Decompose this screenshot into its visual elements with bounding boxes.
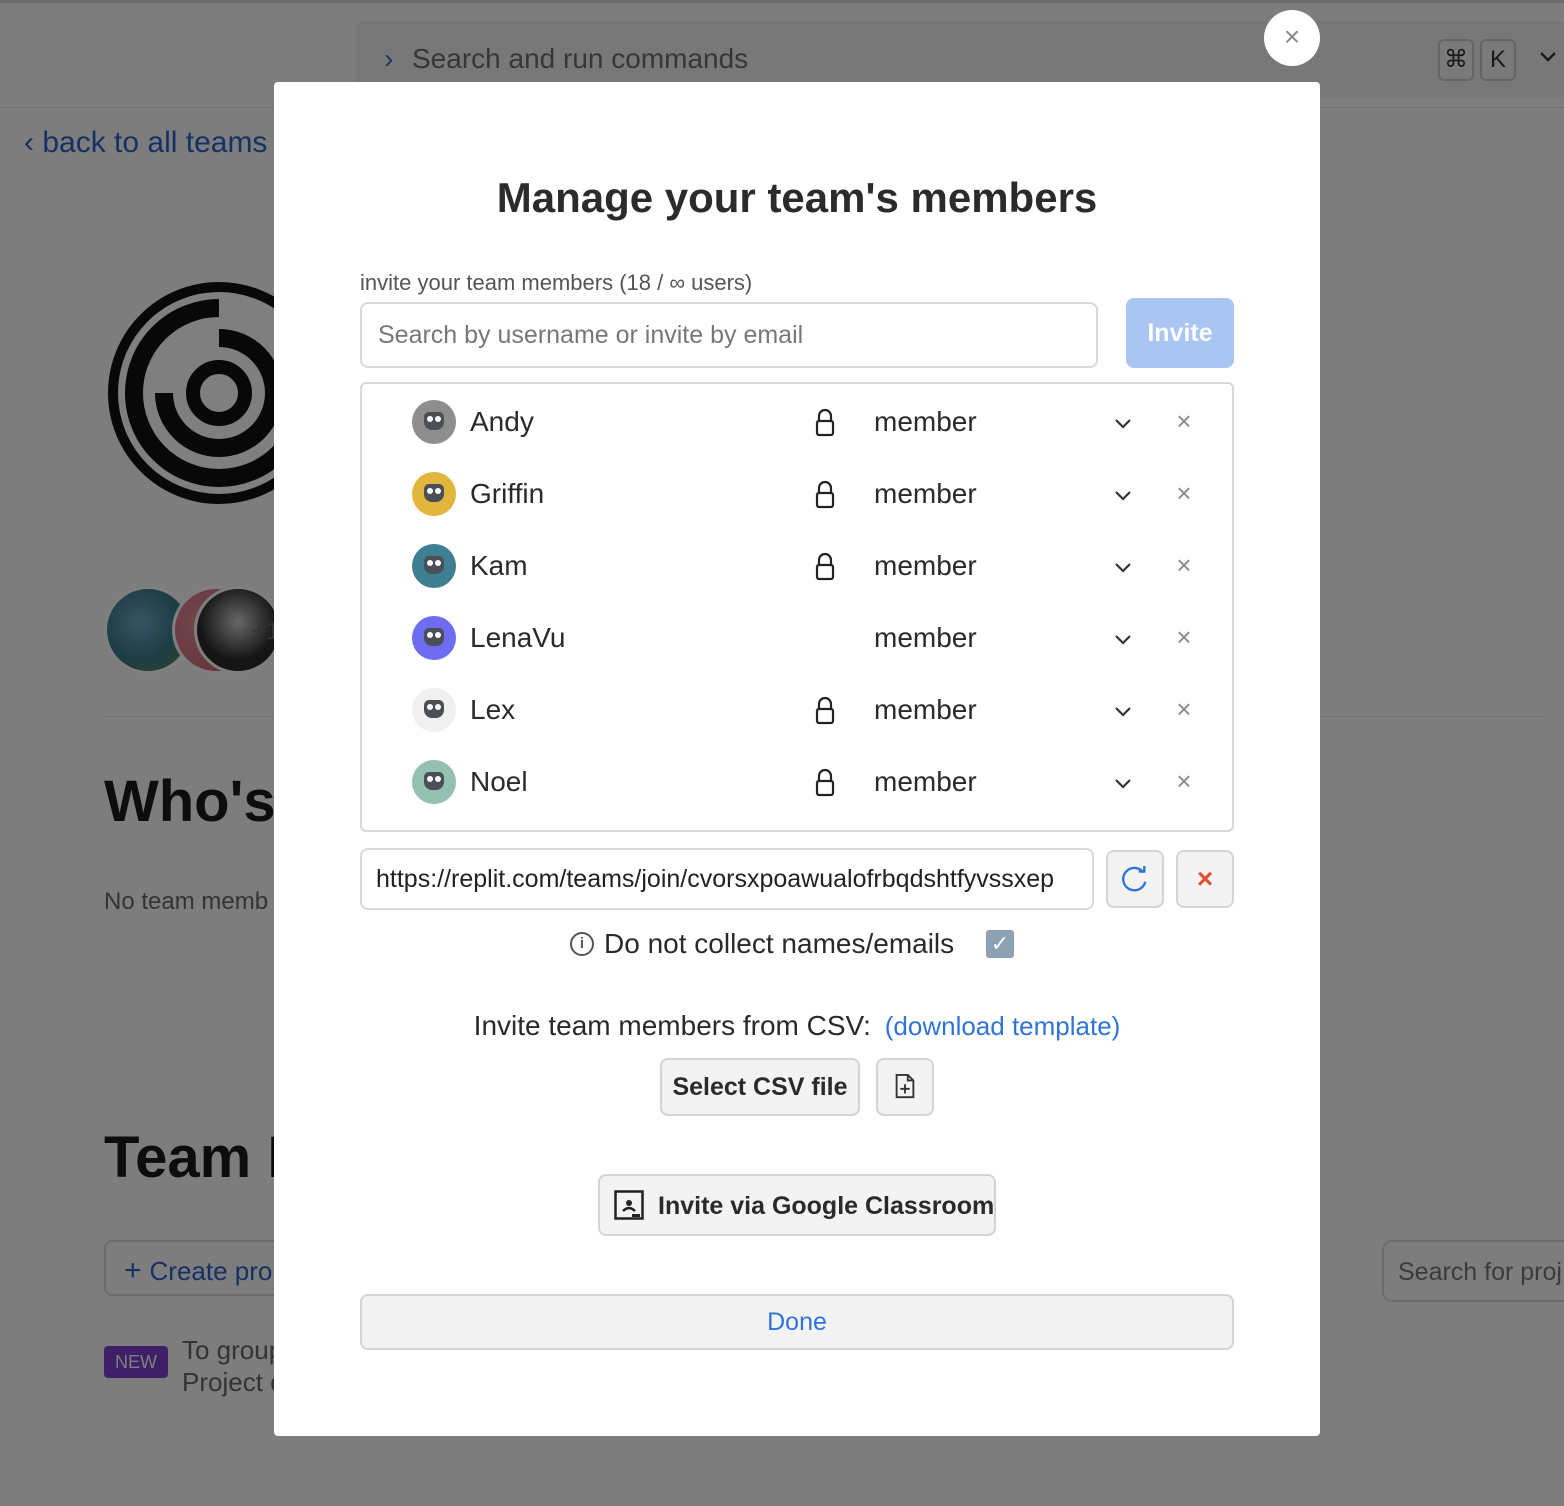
file-plus-icon bbox=[895, 1073, 915, 1099]
do-not-collect-label: Do not collect names/emails bbox=[604, 928, 955, 959]
member-name: Kam bbox=[470, 550, 528, 581]
close-icon: × bbox=[1283, 21, 1301, 52]
regenerate-link-button[interactable] bbox=[1106, 850, 1164, 908]
member-list: Andy member × Griffin member × Kam member × LenaV… bbox=[360, 382, 1234, 832]
remove-member-button[interactable]: × bbox=[1170, 766, 1198, 796]
remove-member-button[interactable]: × bbox=[1170, 478, 1198, 508]
manage-members-modal: Manage your team's members invite your t… bbox=[274, 82, 1320, 1436]
info-icon[interactable]: i bbox=[570, 932, 594, 956]
avatar bbox=[412, 616, 456, 660]
avatar-face-icon bbox=[424, 412, 444, 430]
invite-button[interactable]: Invite bbox=[1126, 298, 1234, 368]
member-role-select[interactable]: member bbox=[874, 406, 977, 438]
invite-link-field[interactable] bbox=[360, 848, 1094, 910]
avatar bbox=[412, 688, 456, 732]
lock-icon bbox=[815, 768, 835, 797]
member-row: Kam member × bbox=[362, 530, 1232, 602]
avatar bbox=[412, 760, 456, 804]
member-row: LenaVu member × bbox=[362, 602, 1232, 674]
lock-icon bbox=[815, 408, 835, 437]
invite-label: invite your team members (18 / ∞ users) bbox=[360, 270, 753, 295]
chevron-down-icon[interactable] bbox=[1112, 556, 1134, 578]
remove-member-button[interactable]: × bbox=[1170, 406, 1198, 436]
member-name: Griffin bbox=[470, 478, 545, 509]
modal-title: Manage your team's members bbox=[496, 174, 1098, 221]
chevron-down-icon[interactable] bbox=[1112, 772, 1134, 794]
member-name: Noel bbox=[470, 766, 528, 797]
chevron-down-icon[interactable] bbox=[1112, 700, 1134, 722]
member-role-select[interactable]: member bbox=[874, 622, 977, 654]
do-not-collect-checkbox[interactable]: ✓ bbox=[986, 930, 1014, 958]
member-role-select[interactable]: member bbox=[874, 478, 977, 510]
member-name: LenaVu bbox=[470, 622, 566, 653]
member-row: Noel member × bbox=[362, 746, 1232, 818]
member-name: Andy bbox=[470, 406, 534, 437]
remove-member-button[interactable]: × bbox=[1170, 622, 1198, 652]
avatar-face-icon bbox=[424, 556, 444, 574]
chevron-down-icon[interactable] bbox=[1112, 628, 1134, 650]
close-modal-button[interactable]: × bbox=[1264, 10, 1320, 66]
member-role-select[interactable]: member bbox=[874, 694, 977, 726]
google-classroom-label: Invite via Google Classroom bbox=[658, 1192, 995, 1220]
lock-icon bbox=[815, 696, 835, 725]
csv-invite-row: Invite team members from CSV: (download … bbox=[274, 1010, 1320, 1042]
google-classroom-icon bbox=[614, 1190, 644, 1220]
avatar-face-icon bbox=[424, 628, 444, 646]
select-csv-button[interactable]: Select CSV file bbox=[660, 1058, 860, 1116]
google-classroom-button[interactable]: Invite via Google Classroom bbox=[598, 1174, 996, 1236]
avatar bbox=[412, 544, 456, 588]
checkmark-icon: ✓ bbox=[990, 931, 1010, 956]
download-template-link[interactable]: (download template) bbox=[885, 1011, 1121, 1041]
avatar-face-icon bbox=[424, 700, 444, 718]
close-icon: × bbox=[1196, 863, 1214, 894]
avatar-face-icon bbox=[424, 772, 444, 790]
done-button[interactable]: Done bbox=[360, 1294, 1234, 1350]
avatar-face-icon bbox=[424, 484, 444, 502]
chevron-down-icon[interactable] bbox=[1112, 412, 1134, 434]
chevron-down-icon[interactable] bbox=[1112, 484, 1134, 506]
member-name: Lex bbox=[470, 694, 516, 725]
search-invite-input[interactable] bbox=[360, 302, 1098, 368]
remove-member-button[interactable]: × bbox=[1170, 694, 1198, 724]
remove-member-button[interactable]: × bbox=[1170, 550, 1198, 580]
member-row: Griffin member × bbox=[362, 458, 1232, 530]
avatar bbox=[412, 400, 456, 444]
lock-icon bbox=[815, 480, 835, 509]
avatar bbox=[412, 472, 456, 516]
member-role-select[interactable]: member bbox=[874, 766, 977, 798]
lock-icon bbox=[815, 552, 835, 581]
refresh-icon bbox=[1122, 865, 1147, 892]
member-row: Andy member × bbox=[362, 386, 1232, 458]
csv-label: Invite team members from CSV: bbox=[473, 1010, 871, 1041]
revoke-link-button[interactable]: × bbox=[1176, 850, 1234, 908]
member-row: Lex member × bbox=[362, 674, 1232, 746]
member-role-select[interactable]: member bbox=[874, 550, 977, 582]
csv-file-button[interactable] bbox=[876, 1058, 934, 1116]
